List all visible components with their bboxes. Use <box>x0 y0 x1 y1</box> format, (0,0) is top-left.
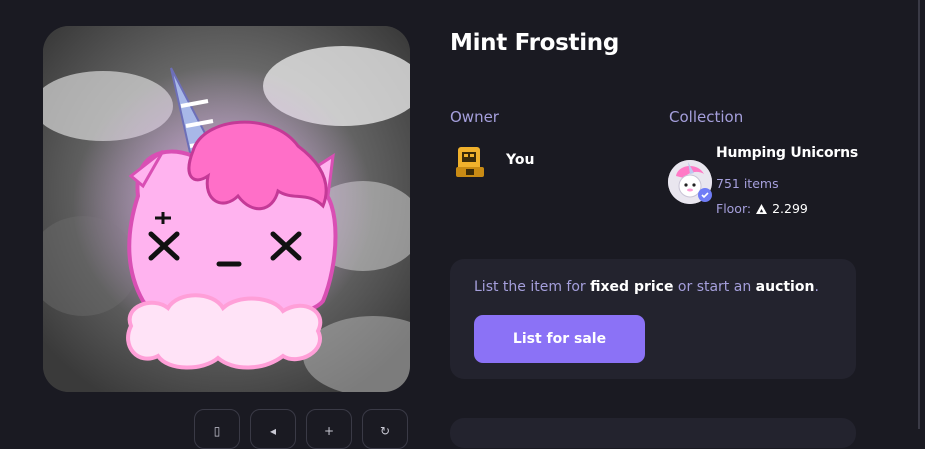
page-scrollbar[interactable] <box>918 0 920 429</box>
sale-card: List the item for fixed price or start a… <box>450 259 856 379</box>
list-for-sale-button[interactable]: List for sale <box>474 315 645 363</box>
collection-items-count: 751 items <box>716 176 779 191</box>
save-icon: ▯ <box>213 424 221 438</box>
sale-text-end: . <box>814 279 819 295</box>
owner-avatar[interactable] <box>452 143 488 179</box>
collection-floor: Floor: 2.299 <box>716 201 808 216</box>
sale-text-pre: List the item for <box>474 279 591 295</box>
nft-artwork <box>43 26 410 392</box>
upload-icon: + <box>323 424 335 438</box>
item-title: Mint Frosting <box>450 30 620 56</box>
details-card <box>450 418 856 448</box>
send-icon: ◂ <box>269 424 277 438</box>
collection-label: Collection <box>669 108 744 126</box>
refresh-icon: ↻ <box>379 424 391 438</box>
avalanche-icon <box>756 203 768 214</box>
owner-label: Owner <box>450 108 499 126</box>
floor-value: 2.299 <box>772 201 808 216</box>
share-button[interactable]: ◂ <box>250 409 296 449</box>
sale-prompt: List the item for fixed price or start a… <box>474 279 819 295</box>
floor-label: Floor: <box>716 201 752 216</box>
verified-badge-icon <box>698 188 712 202</box>
collection-avatar[interactable] <box>668 160 712 204</box>
sale-fixed-price: fixed price <box>590 279 674 295</box>
transfer-button[interactable]: + <box>306 409 352 449</box>
save-button[interactable]: ▯ <box>194 409 240 449</box>
sale-text-mid: or start an <box>673 279 756 295</box>
owner-name[interactable]: You <box>506 152 534 168</box>
refresh-button[interactable]: ↻ <box>362 409 408 449</box>
sale-auction: auction <box>755 279 815 295</box>
collection-name[interactable]: Humping Unicorns <box>716 145 858 161</box>
